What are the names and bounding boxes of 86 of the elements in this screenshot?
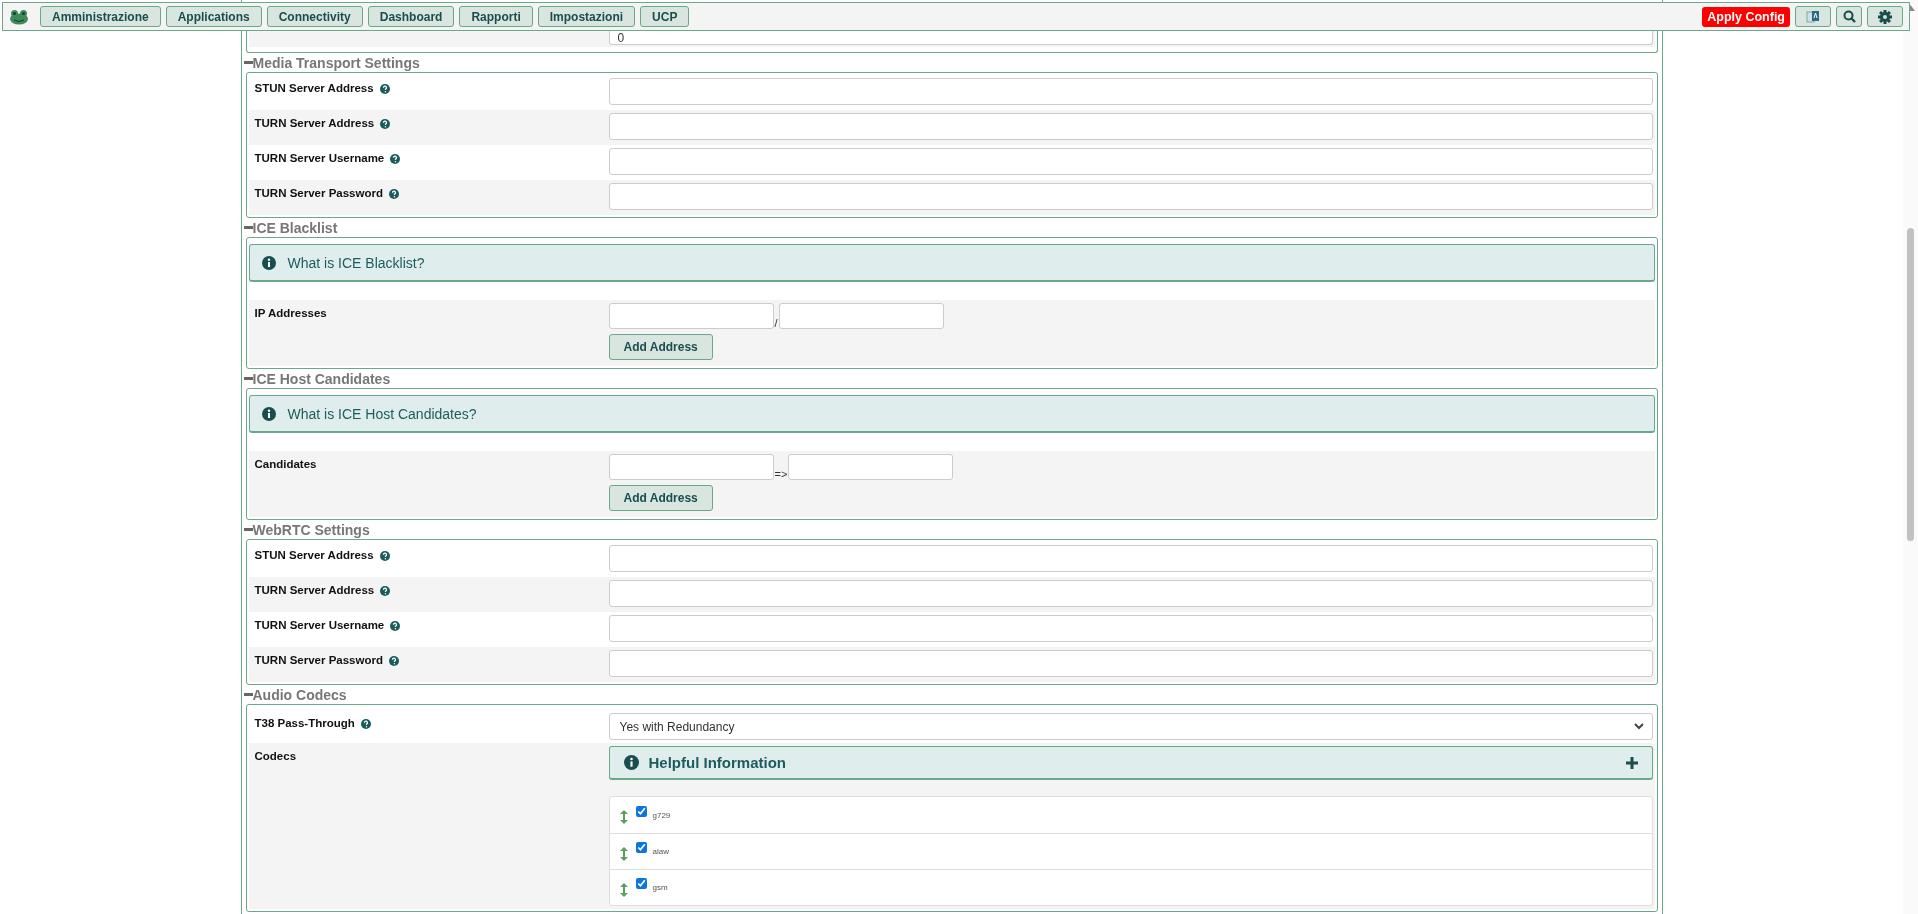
collapse-icon[interactable] [243, 693, 253, 696]
text-field[interactable] [608, 78, 1653, 105]
help-icon[interactable] [379, 84, 390, 94]
field-label: TURN Server Username [254, 619, 385, 631]
section-title[interactable]: ICE Blacklist [252, 219, 338, 236]
text-field[interactable] [608, 148, 1653, 175]
info-text: What is ICE Blacklist? [287, 254, 425, 271]
help-icon[interactable] [380, 586, 391, 596]
codec-name: gsm [652, 883, 668, 892]
menu-button[interactable]: UCP [640, 6, 690, 27]
text-field[interactable] [608, 545, 1653, 572]
separator-text: / [774, 317, 778, 329]
section-title[interactable]: ICE Host Candidates [252, 370, 391, 387]
scrollbar-thumb[interactable] [1907, 228, 1914, 541]
settings-button[interactable] [1867, 6, 1903, 27]
info-icon [261, 255, 276, 270]
field-label: Candidates [254, 458, 317, 470]
text-field[interactable] [608, 615, 1653, 642]
help-icon[interactable] [388, 656, 399, 666]
field-label: IP Addresses [254, 307, 327, 319]
input-field[interactable] [778, 303, 944, 329]
add-address-button[interactable]: Add Address [608, 485, 713, 511]
menu-button[interactable]: Rapporti [459, 6, 533, 27]
input-field[interactable] [608, 454, 774, 480]
plus-icon[interactable] [1625, 756, 1638, 769]
separator-text: => [774, 468, 788, 480]
scrollbar[interactable] [1903, 0, 1918, 914]
codec-name: g729 [652, 810, 671, 820]
text-field[interactable] [608, 650, 1653, 677]
reorder-icon[interactable] [619, 810, 628, 824]
reorder-icon[interactable] [619, 846, 628, 861]
info-banner[interactable]: What is ICE Blacklist? [248, 244, 1655, 282]
collapse-icon[interactable] [243, 226, 253, 229]
reorder-icon[interactable] [619, 882, 628, 897]
settings-icon [1878, 9, 1892, 24]
chevron-down-icon [1633, 723, 1644, 730]
panel-title: Helpful Information [648, 754, 786, 771]
input-field[interactable] [788, 454, 954, 480]
dropdown[interactable]: Yes with Redundancy [608, 713, 1653, 740]
field-label: STUN Server Address [254, 549, 374, 561]
translate-icon [1806, 9, 1820, 24]
apply-config-button[interactable]: Apply Config [1702, 6, 1790, 27]
info-text: What is ICE Host Candidates? [287, 405, 477, 422]
field-label: TURN Server Password [254, 654, 383, 666]
codec-checkbox[interactable] [635, 805, 647, 817]
text-field[interactable] [608, 580, 1653, 607]
menu-button[interactable]: Amministrazione [40, 6, 161, 27]
codec-name: alaw [652, 847, 669, 856]
text-field[interactable] [608, 113, 1653, 140]
add-address-button[interactable]: Add Address [608, 334, 713, 360]
menu-button[interactable]: Connectivity [266, 6, 363, 27]
field-label: TURN Server Password [254, 187, 383, 199]
menu-button[interactable]: Applications [165, 6, 262, 27]
field-label: TURN Server Username [254, 152, 385, 164]
help-icon[interactable] [388, 189, 399, 199]
help-icon[interactable] [390, 621, 401, 631]
field-label: Codecs [254, 750, 297, 762]
info-icon [623, 755, 639, 770]
helpful-information-panel[interactable]: Helpful Information [608, 746, 1653, 780]
section-title[interactable]: Media Transport Settings [252, 54, 420, 71]
text-field[interactable]: 0 [608, 31, 1653, 45]
section-title[interactable]: WebRTC Settings [252, 521, 370, 538]
text-field[interactable] [608, 183, 1653, 210]
field-label: T38 Pass-Through [254, 717, 355, 729]
collapse-icon[interactable] [243, 377, 253, 380]
search-icon [1842, 10, 1856, 23]
section-title[interactable]: Audio Codecs [252, 686, 347, 703]
search-button[interactable] [1836, 6, 1862, 27]
collapse-icon[interactable] [243, 528, 253, 531]
help-icon[interactable] [379, 551, 390, 561]
frog-logo-icon[interactable] [9, 8, 29, 25]
field-label: TURN Server Address [254, 584, 375, 596]
info-icon [261, 406, 276, 421]
collapse-icon[interactable] [243, 61, 253, 64]
info-banner[interactable]: What is ICE Host Candidates? [248, 395, 1655, 433]
menu-button[interactable]: Impostazioni [537, 6, 636, 27]
help-icon[interactable] [360, 719, 371, 729]
input-field[interactable] [608, 303, 774, 329]
menu-button[interactable]: Dashboard [367, 6, 455, 27]
help-icon[interactable] [380, 119, 391, 129]
field-label: STUN Server Address [254, 82, 374, 94]
field-label: TURN Server Address [254, 117, 375, 129]
codec-checkbox[interactable] [635, 842, 647, 853]
codec-checkbox[interactable] [635, 878, 647, 889]
help-icon[interactable] [390, 154, 401, 164]
translate-button[interactable] [1795, 6, 1831, 27]
